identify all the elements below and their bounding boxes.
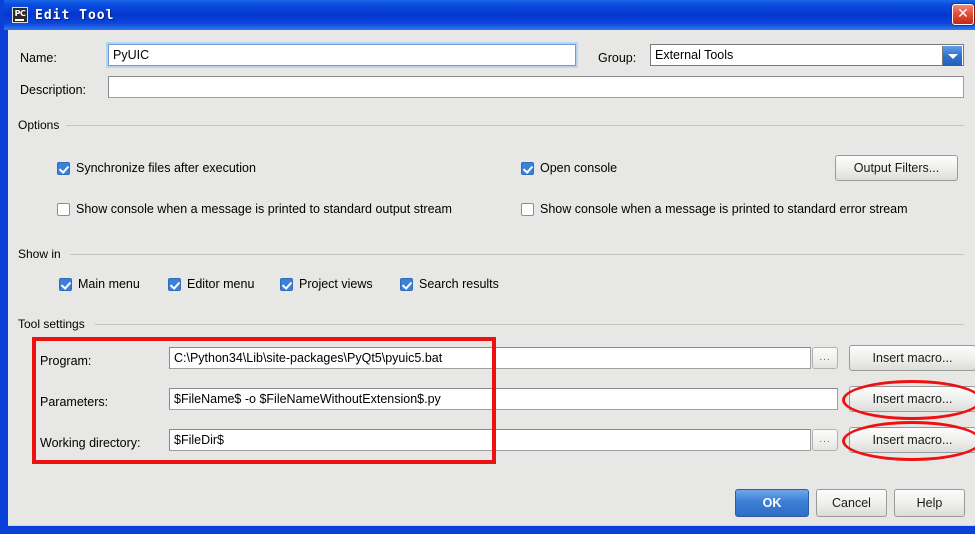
checkbox-show-console-stderr[interactable] [521,203,534,216]
group-select-value: External Tools [655,48,734,62]
program-label: Program: [40,354,92,368]
description-label: Description: [20,83,86,97]
pycharm-icon: PC [12,7,28,23]
help-button[interactable]: Help [894,489,965,517]
checkbox-label-search-results: Search results [419,277,499,291]
close-icon[interactable]: ✕ [952,4,974,25]
description-input[interactable] [108,76,964,98]
name-input[interactable]: PyUIC [108,44,576,66]
window-title: Edit Tool [35,7,115,23]
checkbox-search-results[interactable] [400,278,413,291]
title-bar: PC Edit Tool ✕ [4,0,975,30]
ok-button[interactable]: OK [735,489,809,517]
group-label: Group: [598,51,637,65]
parameters-input[interactable]: $FileName$ -o $FileNameWithoutExtension$… [169,388,838,410]
output-filters-button[interactable]: Output Filters... [835,155,958,181]
checkbox-show-console-stdout[interactable] [57,203,70,216]
group-select[interactable]: External Tools [650,44,964,66]
name-label: Name: [20,51,57,65]
options-group-divider [66,125,964,126]
checkbox-label-main-menu: Main menu [78,277,140,291]
parameters-insert-macro-button[interactable]: Insert macro... [849,386,975,412]
edit-tool-dialog: PC Edit Tool ✕ Name: PyUIC Group: Extern… [0,0,975,534]
checkbox-label-show-console-stdout: Show console when a message is printed t… [76,202,452,216]
show-in-group-title: Show in [18,247,66,261]
checkbox-label-editor-menu: Editor menu [187,277,255,291]
checkbox-editor-menu[interactable] [168,278,181,291]
tool-settings-group-divider [95,324,964,325]
parameters-label: Parameters: [40,395,109,409]
dialog-body: Name: PyUIC Group: External Tools Descri… [8,30,975,526]
program-browse-button[interactable]: ... [812,347,838,369]
checkbox-label-open-console: Open console [540,161,618,175]
cancel-button[interactable]: Cancel [816,489,887,517]
program-insert-macro-button[interactable]: Insert macro... [849,345,975,371]
working-directory-browse-button[interactable]: ... [812,429,838,451]
working-directory-label: Working directory: [40,436,141,450]
program-input[interactable]: C:\Python34\Lib\site-packages\PyQt5\pyui… [169,347,811,369]
options-group-title: Options [18,118,65,132]
checkbox-project-views[interactable] [280,278,293,291]
checkbox-label-project-views: Project views [299,277,373,291]
checkbox-synchronize-files[interactable] [57,162,70,175]
dialog-bottom-divider [8,525,975,526]
checkbox-open-console[interactable] [521,162,534,175]
tool-settings-group-title: Tool settings [18,317,90,331]
chevron-down-icon[interactable] [942,46,962,66]
checkbox-label-show-console-stderr: Show console when a message is printed t… [540,202,908,216]
checkbox-main-menu[interactable] [59,278,72,291]
show-in-group-divider [70,254,964,255]
working-directory-input[interactable]: $FileDir$ [169,429,811,451]
working-directory-insert-macro-button[interactable]: Insert macro... [849,427,975,453]
checkbox-label-synchronize-files: Synchronize files after execution [76,161,256,175]
